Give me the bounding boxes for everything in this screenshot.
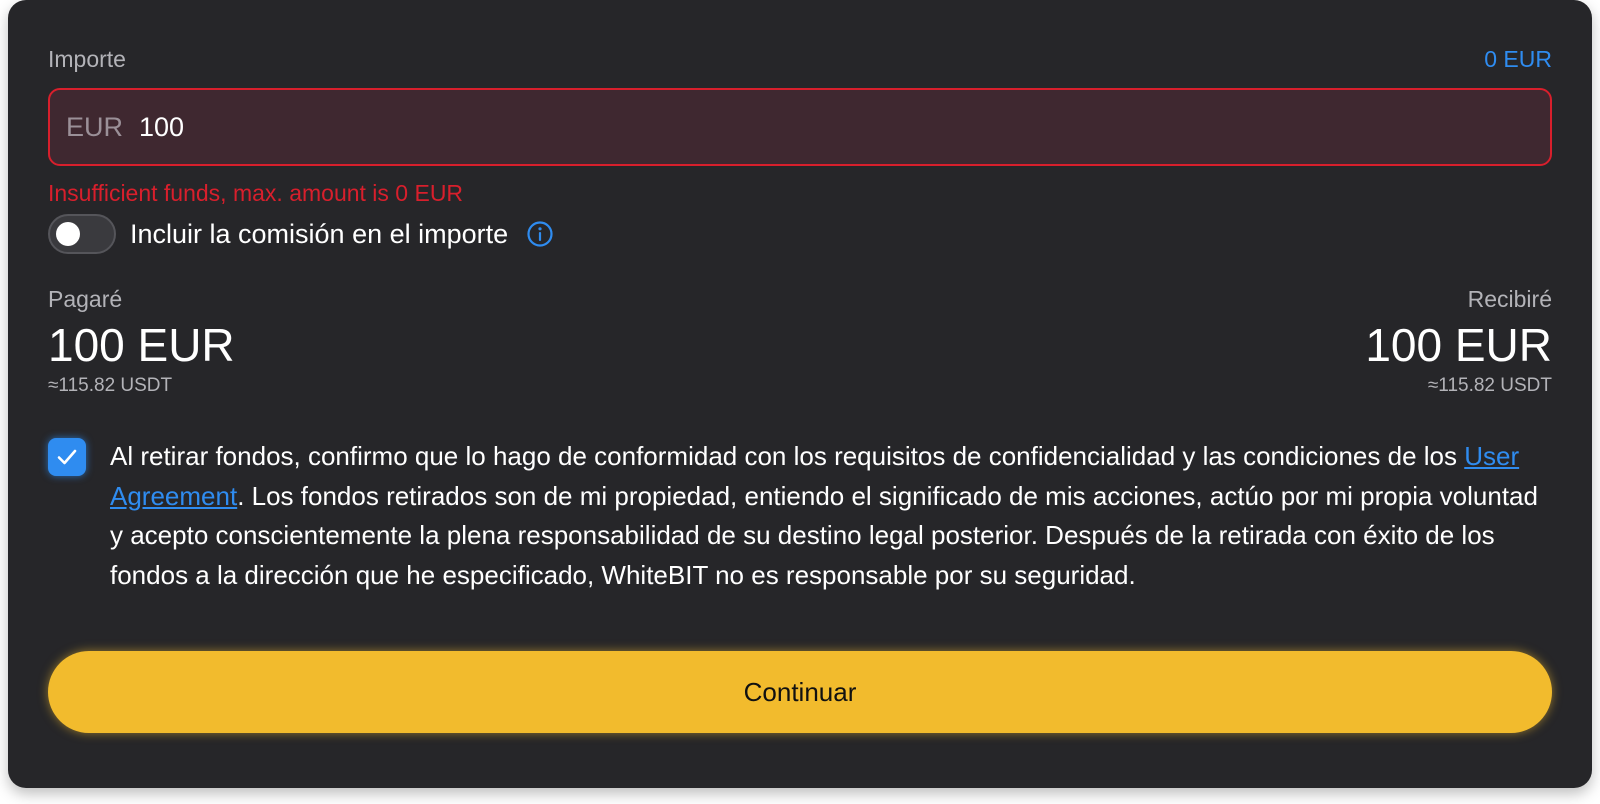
pay-amount: 100 EUR (48, 319, 235, 371)
include-fee-label: Incluir la comisión en el importe (130, 218, 509, 249)
receive-approx-value: ≈115.82 USDT (1427, 375, 1552, 396)
pay-summary: Pagaré 100 EUR ≈115.82 USDT (48, 286, 235, 397)
toggle-knob (56, 222, 80, 246)
agreement-text: Al retirar fondos, confirmo que lo hago … (110, 437, 1552, 595)
agreement-text-before: Al retirar fondos, confirmo que lo hago … (110, 441, 1465, 471)
pay-label: Pagaré (48, 286, 123, 312)
withdraw-form-card: Importe 0 EUR EUR Insufficient funds, ma… (8, 0, 1592, 788)
amount-label: Importe (48, 45, 126, 72)
include-fee-toggle[interactable] (48, 214, 116, 254)
amount-field[interactable]: EUR (48, 88, 1552, 166)
amount-input[interactable] (139, 111, 740, 143)
check-icon (57, 449, 77, 465)
agreement-text-after: . Los fondos retirados son de mi propied… (110, 480, 1538, 590)
continue-button[interactable]: Continuar (48, 651, 1552, 733)
amount-currency-prefix: EUR (66, 111, 124, 142)
pay-approx-value: ≈115.82 USDT (48, 375, 173, 396)
amount-error-message: Insufficient funds, max. amount is 0 EUR (48, 180, 464, 206)
agreement-checkbox[interactable] (48, 438, 86, 476)
available-balance-link[interactable]: 0 EUR (1484, 46, 1552, 73)
amount-header: Importe 0 EUR (48, 44, 1552, 74)
include-fee-row: Incluir la comisión en el importe (48, 214, 554, 254)
receive-label: Recibiré (1467, 286, 1552, 312)
receive-summary: Recibiré 100 EUR ≈115.82 USDT (1365, 286, 1552, 397)
receive-amount: 100 EUR (1365, 319, 1552, 371)
info-icon[interactable] (526, 220, 554, 248)
